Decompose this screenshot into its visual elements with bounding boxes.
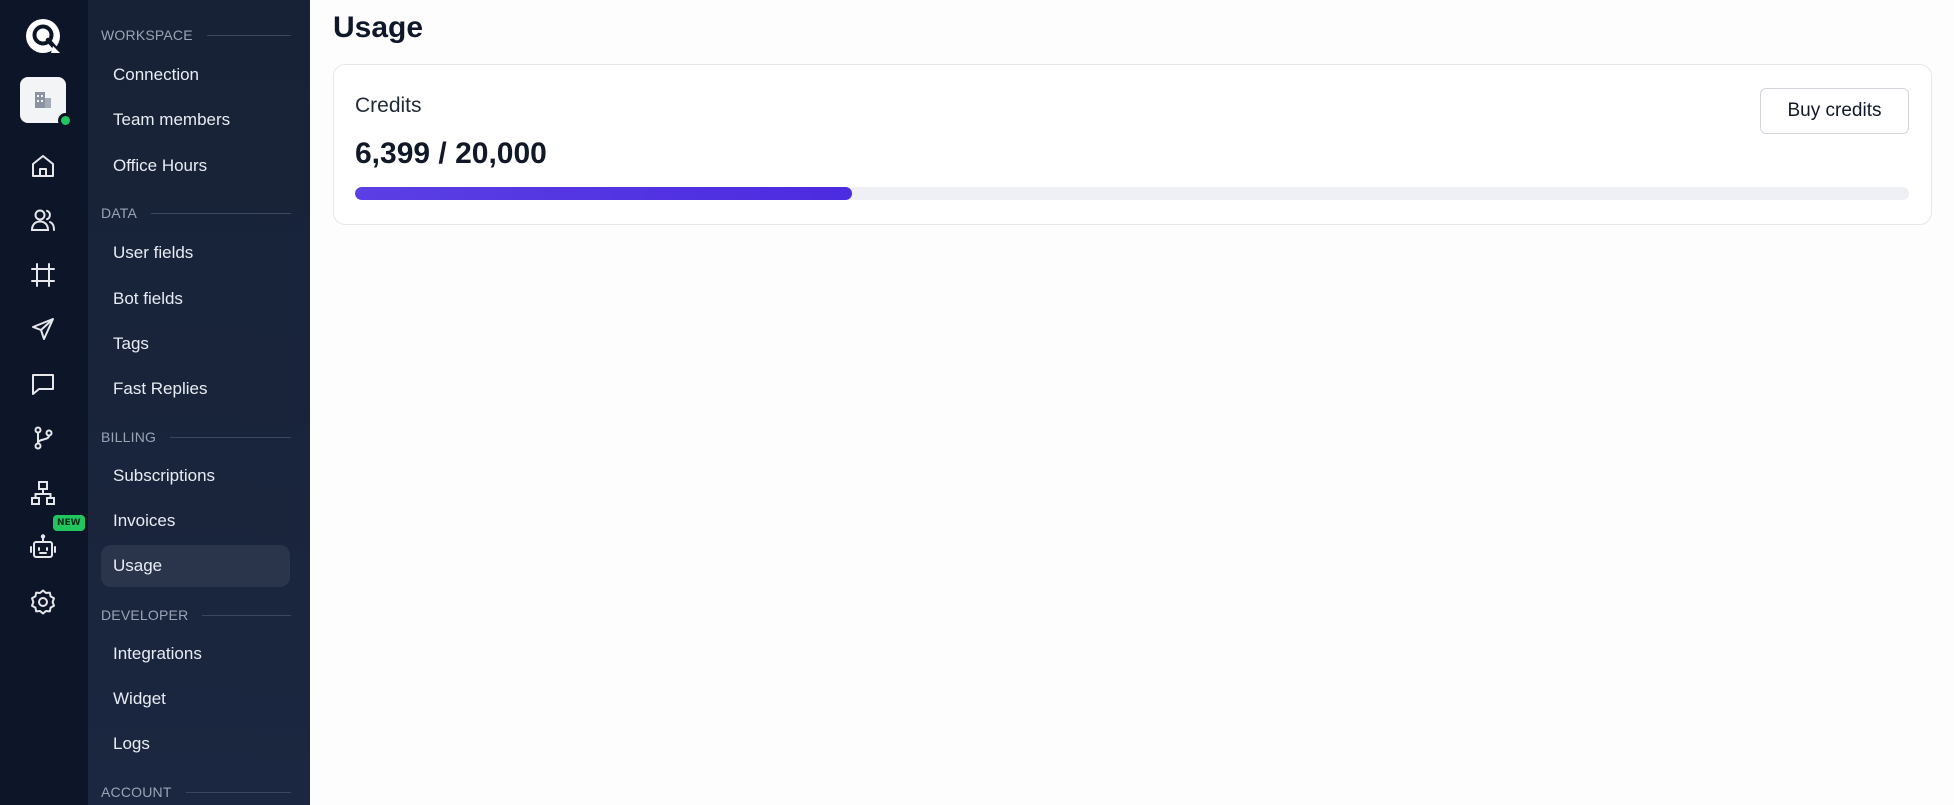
- branch-icon[interactable]: [28, 423, 58, 453]
- sidebar-item-user-fields[interactable]: User fields: [101, 232, 290, 274]
- sidebar-item-office-hours[interactable]: Office Hours: [101, 145, 290, 187]
- sidebar-item-bot-fields[interactable]: Bot fields: [101, 278, 290, 320]
- sidebar-item-subscriptions[interactable]: Subscriptions: [101, 455, 290, 497]
- users-icon[interactable]: [28, 205, 58, 235]
- sidebar-item-integrations[interactable]: Integrations: [101, 633, 290, 675]
- sidebar-item-usage[interactable]: Usage: [101, 545, 290, 587]
- sidebar-item-tags[interactable]: Tags: [101, 323, 290, 365]
- credits-card: Credits 6,399 / 20,000 Buy credits: [333, 64, 1932, 225]
- section-header-billing: BILLING: [101, 429, 291, 445]
- new-badge: NEW: [53, 515, 85, 531]
- settings-sidebar: WORKSPACE Connection Team members Office…: [88, 0, 310, 805]
- sidebar-item-widget[interactable]: Widget: [101, 678, 290, 720]
- sitemap-icon[interactable]: [28, 478, 58, 508]
- credits-progress-fill: [355, 187, 853, 200]
- home-icon[interactable]: [28, 151, 58, 181]
- frame-icon[interactable]: [28, 260, 58, 290]
- chat-logo-icon[interactable]: [23, 16, 63, 56]
- section-header-data: DATA: [101, 205, 291, 221]
- sidebar-item-connection[interactable]: Connection: [101, 54, 290, 96]
- chat-icon[interactable]: [28, 369, 58, 399]
- section-header-workspace: WORKSPACE: [101, 27, 291, 43]
- sidebar-item-invoices[interactable]: Invoices: [101, 500, 290, 542]
- icon-rail: NEW: [0, 0, 88, 805]
- settings-icon[interactable]: [28, 587, 58, 617]
- robot-icon[interactable]: [28, 532, 58, 562]
- credits-label: Credits: [355, 94, 422, 117]
- sidebar-item-fast-replies[interactable]: Fast Replies: [101, 368, 290, 410]
- credits-amount: 6,399 / 20,000: [355, 137, 547, 170]
- section-header-developer: DEVELOPER: [101, 607, 291, 623]
- sidebar-item-team-members[interactable]: Team members: [101, 99, 290, 141]
- credits-progress-track: [355, 187, 1909, 200]
- buy-credits-button[interactable]: Buy credits: [1760, 88, 1909, 134]
- building-icon: [35, 92, 51, 108]
- page-title: Usage: [333, 11, 424, 44]
- send-icon[interactable]: [28, 314, 58, 344]
- section-header-account: ACCOUNT: [101, 784, 291, 800]
- online-status-dot: [58, 113, 73, 128]
- main-content: Usage Credits 6,399 / 20,000 Buy credits: [310, 0, 1954, 805]
- sidebar-item-logs[interactable]: Logs: [101, 723, 290, 765]
